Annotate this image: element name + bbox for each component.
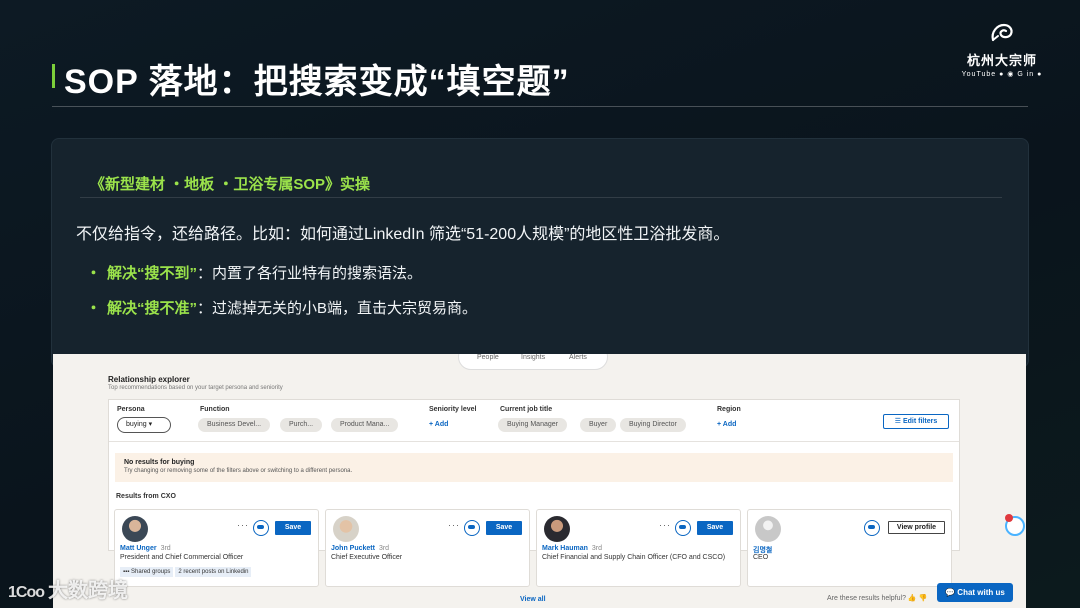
job-title-pill[interactable]: Buying Director xyxy=(620,418,686,432)
panel-divider xyxy=(80,197,1002,198)
add-region-button[interactable]: + Add xyxy=(717,421,736,428)
profile-name-text[interactable]: John Puckett xyxy=(331,545,375,552)
view-all-link[interactable]: View all xyxy=(520,596,546,603)
results-label: Results from CXO xyxy=(116,493,176,500)
tab-insights[interactable]: Insights xyxy=(521,354,545,361)
chat-with-us-button[interactable]: 💬 Chat with us xyxy=(937,583,1013,602)
job-title-pill[interactable]: Buying Manager xyxy=(498,418,567,432)
seniority-label: Seniority level xyxy=(429,406,477,413)
section-subtitle: Top recommendations based on your target… xyxy=(108,385,283,391)
save-button[interactable]: Save xyxy=(275,521,311,535)
job-title-pill[interactable]: Buyer xyxy=(580,418,617,432)
connection-degree: 3rd xyxy=(591,545,603,552)
view-profile-button[interactable]: View profile xyxy=(888,521,945,534)
title-divider xyxy=(52,106,1028,107)
more-options-icon[interactable]: ··· xyxy=(448,520,460,530)
message-icon[interactable] xyxy=(253,520,269,536)
slide-title: SOP 落地：把搜索变成“填空题” xyxy=(64,63,570,101)
save-button[interactable]: Save xyxy=(486,521,522,535)
save-button[interactable]: Save xyxy=(697,521,733,535)
avatar xyxy=(333,516,359,542)
region-label: Region xyxy=(717,406,741,413)
no-results-title: No results for buying xyxy=(124,459,195,466)
function-label: Function xyxy=(200,406,230,413)
profile-name-text[interactable]: Matt Unger xyxy=(120,545,157,552)
bullet-dot: ・ xyxy=(86,265,102,282)
connection-degree: 3rd xyxy=(378,545,390,552)
function-pill[interactable]: Purch... xyxy=(280,418,323,432)
edit-filters-button[interactable]: ☰ Edit filters xyxy=(883,414,949,429)
profile-name-text[interactable]: Mark Hauman xyxy=(542,545,588,552)
feedback-prompt[interactable]: Are these results helpful? 👍 👎 xyxy=(827,594,927,602)
profile-card[interactable]: ··· Save John Puckett 3rd Chief Executive… xyxy=(325,509,530,587)
section-title: Relationship explorer xyxy=(108,375,190,384)
profile-card[interactable]: View profile 김명철 CEO xyxy=(747,509,952,587)
no-results-subtitle: Try changing or removing some of the fil… xyxy=(124,468,353,474)
profile-name[interactable]: Matt Unger 3rd xyxy=(120,545,171,552)
no-results-banner: No results for buying Try changing or re… xyxy=(115,453,953,482)
content-panel: 《新型建材 ・地板 ・卫浴专属SOP》实操 不仅给指令，还给路径。比如：如何通过… xyxy=(51,138,1029,368)
dragon-logo-icon xyxy=(991,23,1013,42)
message-icon[interactable] xyxy=(675,520,691,536)
profile-role: CEO xyxy=(753,554,769,561)
persona-select[interactable]: buying ▾ xyxy=(117,417,171,433)
shared-groups-tag: ▪▪▪ Shared groups xyxy=(120,567,174,577)
recent-posts-tag: 2 recent posts on Linkedin xyxy=(175,567,252,577)
linkedin-screenshot: People Insights Alerts Relationship expl… xyxy=(53,354,1026,608)
profile-name[interactable]: John Puckett 3rd xyxy=(331,545,389,552)
profile-role: Chief Executive Officer xyxy=(331,554,403,561)
watermark-logo-icon: 1Coo xyxy=(8,584,45,601)
bullet-highlight: 解决“搜不到” xyxy=(107,265,198,282)
bullet-highlight: 解决“搜不准” xyxy=(107,300,198,317)
logo-text: 杭州大宗师 xyxy=(966,53,1037,68)
profile-role: Chief Financial and Supply Chain Officer… xyxy=(542,554,726,561)
function-pill[interactable]: Product Mana... xyxy=(331,418,399,432)
logo-social-icons: YouTube ● ◉ G in ● xyxy=(961,71,1043,78)
title-accent-bar xyxy=(52,64,55,88)
notification-badge xyxy=(1005,514,1013,522)
filter-divider xyxy=(109,441,959,442)
message-icon[interactable] xyxy=(864,520,880,536)
profile-tags: ▪▪▪ Shared groups 2 recent posts on Linke… xyxy=(120,567,253,577)
brand-logo: 杭州大宗师 YouTube ● ◉ G in ● xyxy=(960,22,1044,78)
bullet-item: ・解决“搜不准”：过滤掉无关的小B端，直击大宗贸易商。 xyxy=(86,297,477,318)
avatar xyxy=(544,516,570,542)
bullet-item: ・解决“搜不到”：内置了各行业特有的搜索语法。 xyxy=(86,262,422,283)
function-pill[interactable]: Business Devel... xyxy=(198,418,271,432)
message-icon[interactable] xyxy=(464,520,480,536)
job-title-label: Current job title xyxy=(500,406,553,413)
profile-card[interactable]: ··· Save Matt Unger 3rd President and Chi… xyxy=(114,509,319,587)
bullet-dot: ・ xyxy=(86,300,102,317)
avatar xyxy=(122,516,148,542)
tab-alerts[interactable]: Alerts xyxy=(569,354,587,361)
avatar-placeholder xyxy=(755,516,781,542)
panel-heading: 《新型建材 ・地板 ・卫浴专属SOP》实操 xyxy=(90,176,371,193)
persona-label: Persona xyxy=(117,406,145,413)
nav-tabs: People Insights Alerts xyxy=(458,354,608,370)
profile-name-text[interactable]: 김명철 xyxy=(753,547,772,554)
panel-intro-text: 不仅给指令，还给路径。比如：如何通过LinkedIn 筛选“51-200人规模”… xyxy=(76,226,730,243)
tab-people[interactable]: People xyxy=(477,354,499,361)
add-seniority-button[interactable]: + Add xyxy=(429,421,448,428)
more-options-icon[interactable]: ··· xyxy=(237,520,249,530)
watermark-text: 大数跨境 xyxy=(48,580,128,602)
profile-card[interactable]: ··· Save Mark Hauman 3rd Chief Financial … xyxy=(536,509,741,587)
profile-name[interactable]: Mark Hauman 3rd xyxy=(542,545,602,552)
connection-degree: 3rd xyxy=(160,545,171,552)
bullet-text: ：过滤掉无关的小B端，直击大宗贸易商。 xyxy=(197,300,478,317)
watermark: 1Coo 大数跨境 xyxy=(8,574,128,603)
profile-role: President and Chief Commercial Officer xyxy=(120,554,244,561)
more-options-icon[interactable]: ··· xyxy=(659,520,671,530)
bullet-text: ：内置了各行业特有的搜索语法。 xyxy=(197,265,423,282)
